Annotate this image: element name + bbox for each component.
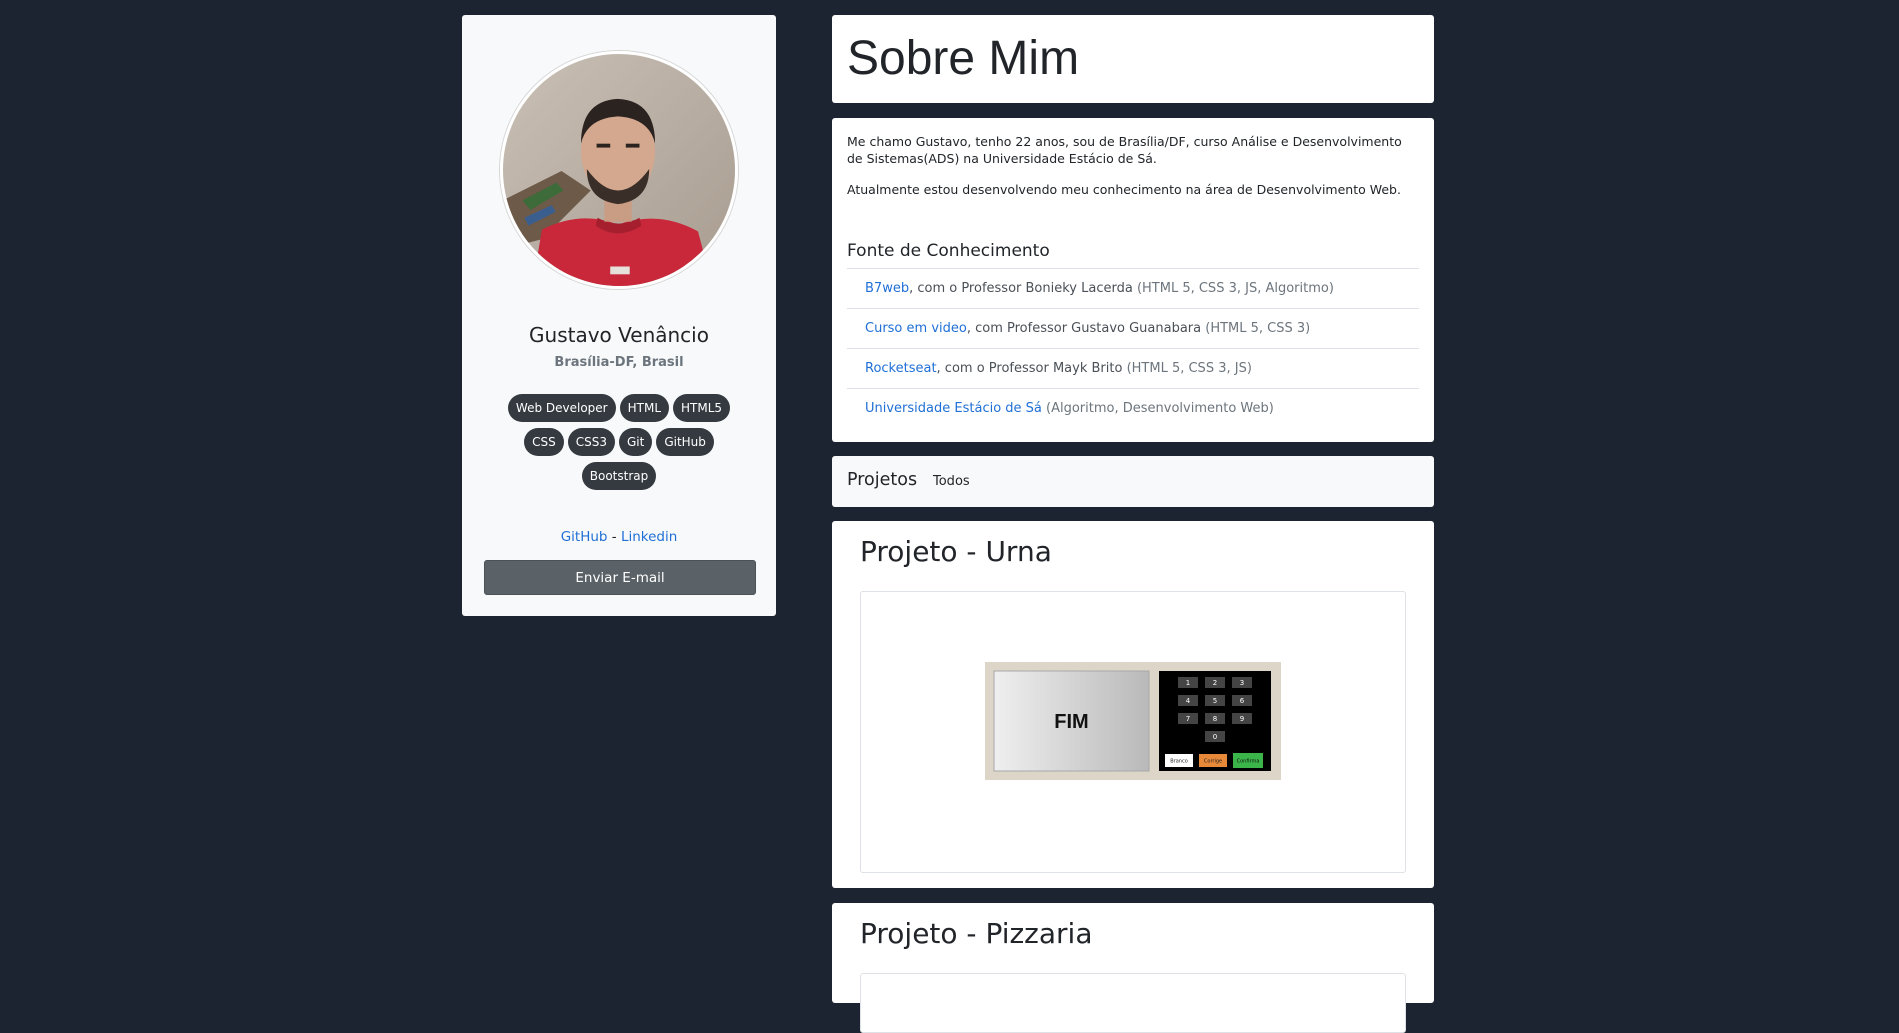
link-separator: -: [611, 529, 617, 545]
urna-branco-label: Branco: [1170, 759, 1188, 765]
tag-bootstrap: Bootstrap: [581, 462, 657, 490]
github-link[interactable]: GitHub: [561, 529, 608, 545]
urna-key: 5: [1213, 697, 1217, 705]
profile-card: Gustavo Venâncio Brasília-DF, Brasil Web…: [462, 15, 776, 616]
knowledge-text: , com o Professor Mayk Brito: [936, 361, 1123, 376]
skill-tags: Web Developer HTML HTML5 CSS CSS3 Git Gi…: [502, 394, 736, 490]
about-paragraph-1: Me chamo Gustavo, tenho 22 anos, sou de …: [847, 134, 1402, 166]
urna-confirma-label: Confirma: [1237, 759, 1260, 765]
social-links: GitHub - Linkedin: [462, 529, 776, 545]
avatar-photo: [503, 54, 735, 286]
knowledge-text: , com Professor Gustavo Guanabara: [966, 321, 1202, 336]
profile-name: Gustavo Venâncio: [529, 323, 709, 347]
projects-navbar: Projetos Todos: [832, 456, 1434, 507]
project-title: Projeto - Urna: [860, 535, 1052, 568]
projects-brand[interactable]: Projetos: [847, 470, 917, 490]
tag-html: HTML: [619, 394, 670, 422]
tag-web-developer: Web Developer: [507, 394, 616, 422]
urna-screen-text: FIM: [1054, 711, 1088, 733]
knowledge-topics: (HTML 5, CSS 3, JS): [1122, 361, 1252, 376]
tag-css: CSS: [524, 428, 564, 456]
knowledge-title: Fonte de Conhecimento: [847, 241, 1050, 261]
knowledge-topics: (Algoritmo, Desenvolvimento Web): [1041, 401, 1274, 416]
about-section: Me chamo Gustavo, tenho 22 anos, sou de …: [832, 118, 1434, 442]
urna-key: 1: [1186, 679, 1190, 687]
tag-css3: CSS3: [567, 428, 615, 456]
urna-key: 6: [1240, 697, 1245, 705]
project-preview-pizzaria[interactable]: [860, 973, 1406, 1033]
knowledge-text: , com o Professor Bonieky Lacerda: [909, 281, 1133, 296]
voting-machine-preview: FIM 1 2 3 4 5 6 7 8 9 0 Branco Corrige C…: [985, 662, 1281, 780]
tag-github: GitHub: [656, 428, 714, 456]
list-item: Rocketseat, com o Professor Mayk Brito (…: [847, 349, 1419, 389]
avatar: [500, 51, 738, 289]
urna-key: 9: [1240, 715, 1244, 723]
project-card-pizzaria: Projeto - Pizzaria: [832, 903, 1434, 1033]
send-email-button[interactable]: Enviar E-mail: [484, 560, 756, 595]
knowledge-link-estacio[interactable]: Universidade Estácio de Sá: [865, 401, 1042, 416]
urna-key: 4: [1186, 697, 1191, 705]
profile-location: Brasília-DF, Brasil: [554, 355, 684, 370]
list-item: Curso em video, com Professor Gustavo Gu…: [847, 309, 1419, 349]
urna-key: 8: [1213, 715, 1217, 723]
list-item: B7web, com o Professor Bonieky Lacerda (…: [847, 269, 1419, 309]
urna-key: 2: [1213, 679, 1217, 687]
urna-key: 3: [1240, 679, 1244, 687]
project-title: Projeto - Pizzaria: [860, 917, 1093, 950]
project-preview-urna[interactable]: FIM 1 2 3 4 5 6 7 8 9 0 Branco Corrige C…: [860, 591, 1406, 873]
knowledge-topics: (HTML 5, CSS 3): [1201, 321, 1311, 336]
about-paragraph-2: Atualmente estou desenvolvendo meu conhe…: [847, 182, 1401, 197]
project-card-urna: Projeto - Urna FIM 1 2 3 4 5 6 7 8 9 0 B…: [832, 521, 1434, 888]
urna-key: 0: [1213, 733, 1217, 741]
tag-html5: HTML5: [673, 394, 731, 422]
knowledge-link-rocketseat[interactable]: Rocketseat: [865, 361, 937, 376]
knowledge-list: B7web, com o Professor Bonieky Lacerda (…: [847, 268, 1419, 428]
nav-all-projects[interactable]: Todos: [933, 474, 970, 489]
tag-git: Git: [618, 428, 653, 456]
knowledge-link-curso-em-video[interactable]: Curso em video: [865, 321, 967, 336]
about-header: Sobre Mim: [832, 15, 1434, 103]
knowledge-link-b7web[interactable]: B7web: [865, 281, 909, 296]
linkedin-link[interactable]: Linkedin: [621, 529, 677, 545]
urna-corrige-label: Corrige: [1204, 759, 1222, 765]
list-item: Universidade Estácio de Sá (Algoritmo, D…: [847, 389, 1419, 428]
knowledge-topics: (HTML 5, CSS 3, JS, Algoritmo): [1132, 281, 1334, 296]
page-title: Sobre Mim: [847, 32, 1080, 85]
urna-key: 7: [1186, 715, 1190, 723]
